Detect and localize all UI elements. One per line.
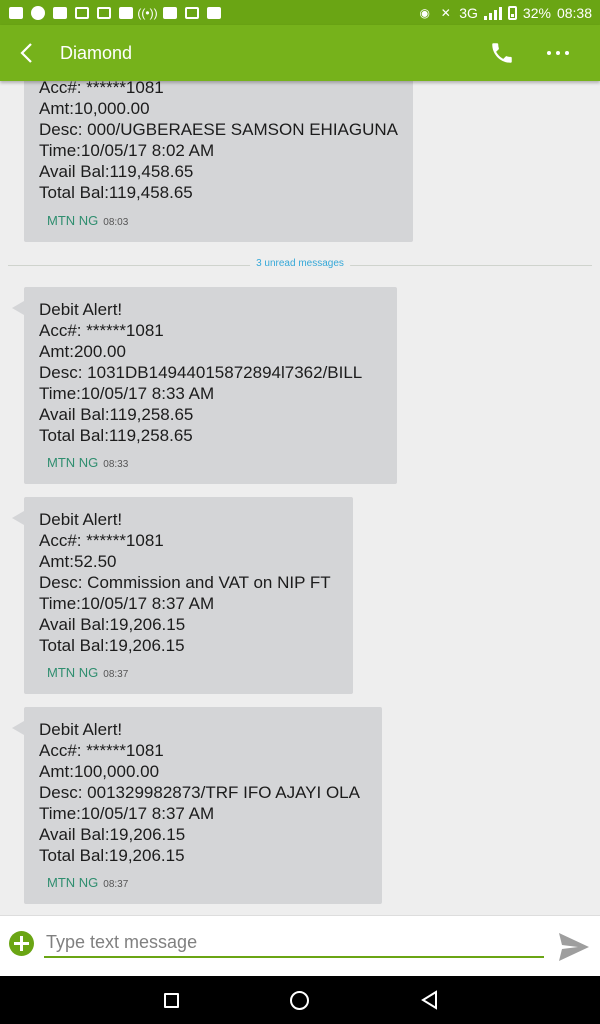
message-line: Avail Bal:19,206.15 (39, 825, 186, 844)
message-line: Acc#: ******1081 (39, 321, 164, 340)
message-line: Avail Bal:19,206.15 (39, 615, 186, 634)
recent-apps-icon[interactable] (164, 993, 179, 1008)
clock: 08:38 (556, 4, 592, 21)
notification-icons: ((•)) (8, 5, 221, 20)
message-bubble[interactable]: Debit Alert! Acc#: ******1081 Amt:52.50 … (12, 497, 353, 694)
message-line: Avail Bal:119,458.65 (39, 162, 194, 181)
phone-icon[interactable] (486, 37, 518, 69)
message-sender: MTN NG (47, 455, 99, 470)
message-line: Acc#: ******1081 (39, 81, 164, 97)
send-icon[interactable] (558, 932, 590, 962)
status-bar: ((•)) ◉ ✕ 3G 32% 08:38 (0, 0, 600, 25)
message-line: Desc: 000/UGBERAESE SAMSON EHIAGUNA (39, 120, 398, 139)
message-line: Debit Alert! (39, 510, 123, 529)
message-meta: MTN NG 08:37 (47, 875, 128, 890)
app-bar: Diamond (0, 25, 600, 81)
message-sender: MTN NG (47, 665, 99, 680)
battery-icon (507, 5, 517, 20)
hotspot-icon: ◉ (419, 5, 430, 20)
message-line: Time:10/05/17 8:02 AM (39, 141, 215, 160)
unread-divider: 3 unread messages (8, 258, 592, 272)
message-line: Time:10/05/17 8:37 AM (39, 594, 215, 613)
message-line: Time:10/05/17 8:37 AM (39, 804, 215, 823)
conversation-title: Diamond (60, 42, 133, 63)
lock-icon (184, 6, 199, 19)
message-line: Desc: 1031DB14944015872894l7362/BILL (39, 363, 363, 382)
chat-icon (52, 6, 67, 19)
gmail-icon (96, 6, 111, 19)
message-line: Total Bal:119,258.65 (39, 426, 193, 445)
nav-back-icon[interactable] (420, 990, 438, 1010)
message-bubble[interactable]: Acc#: ******1081 Amt:10,000.00 Desc: 000… (24, 81, 413, 242)
message-line: Amt:200.00 (39, 342, 126, 361)
mute-icon: ✕ (440, 5, 451, 20)
more-options-icon[interactable] (538, 37, 578, 69)
add-attachment-icon[interactable] (9, 931, 34, 956)
home-icon[interactable] (290, 991, 309, 1010)
message-line: Amt:100,000.00 (39, 762, 160, 781)
message-line: Total Bal:19,206.15 (39, 846, 185, 865)
message-bubble[interactable]: Debit Alert! Acc#: ******1081 Amt:100,00… (12, 707, 382, 904)
system-nav-bar (0, 976, 600, 1024)
message-time: 08:03 (103, 217, 129, 228)
upload-icon (206, 6, 221, 19)
message-line: Total Bal:119,458.65 (39, 183, 193, 202)
message-line: Debit Alert! (39, 720, 123, 739)
message-composer (0, 915, 600, 976)
mail-icon (8, 6, 23, 19)
message-time: 08:37 (103, 669, 129, 680)
message-line: Amt:52.50 (39, 552, 117, 571)
message-line: Amt:10,000.00 (39, 99, 150, 118)
message-time: 08:37 (103, 879, 129, 890)
whatsapp-icon (30, 5, 45, 20)
message-line: Acc#: ******1081 (39, 531, 164, 550)
message-input[interactable] (44, 928, 544, 958)
message-line: Desc: Commission and VAT on NIP FT (39, 573, 331, 592)
network-type: 3G (459, 4, 478, 21)
message-line: Avail Bal:119,258.65 (39, 405, 194, 424)
image-icon (74, 6, 89, 19)
message-meta: MTN NG 08:37 (47, 665, 128, 680)
message-sender: MTN NG (47, 875, 99, 890)
message-list[interactable]: Acc#: ******1081 Amt:10,000.00 Desc: 000… (0, 81, 600, 915)
signal-icon (483, 6, 502, 20)
message-meta: MTN NG 08:33 (47, 455, 128, 470)
message-line: Time:10/05/17 8:33 AM (39, 384, 215, 403)
message-meta: MTN NG 08:03 (47, 213, 128, 228)
broadcast-icon: ((•)) (137, 5, 158, 20)
message-line: Desc: 001329982873/TRF IFO AJAYI OLA (39, 783, 360, 802)
app-alert-icon (162, 6, 177, 19)
message-sender: MTN NG (47, 213, 99, 228)
message-time: 08:33 (103, 459, 129, 470)
unread-divider-label: 3 unread messages (250, 258, 350, 269)
message-line: Debit Alert! (39, 300, 123, 319)
battery-level: 32% (522, 4, 551, 21)
message-line: Total Bal:19,206.15 (39, 636, 185, 655)
back-arrow-icon[interactable] (0, 25, 56, 81)
message-line: Acc#: ******1081 (39, 741, 164, 760)
app-icon (118, 6, 133, 19)
message-bubble[interactable]: Debit Alert! Acc#: ******1081 Amt:200.00… (12, 287, 397, 484)
